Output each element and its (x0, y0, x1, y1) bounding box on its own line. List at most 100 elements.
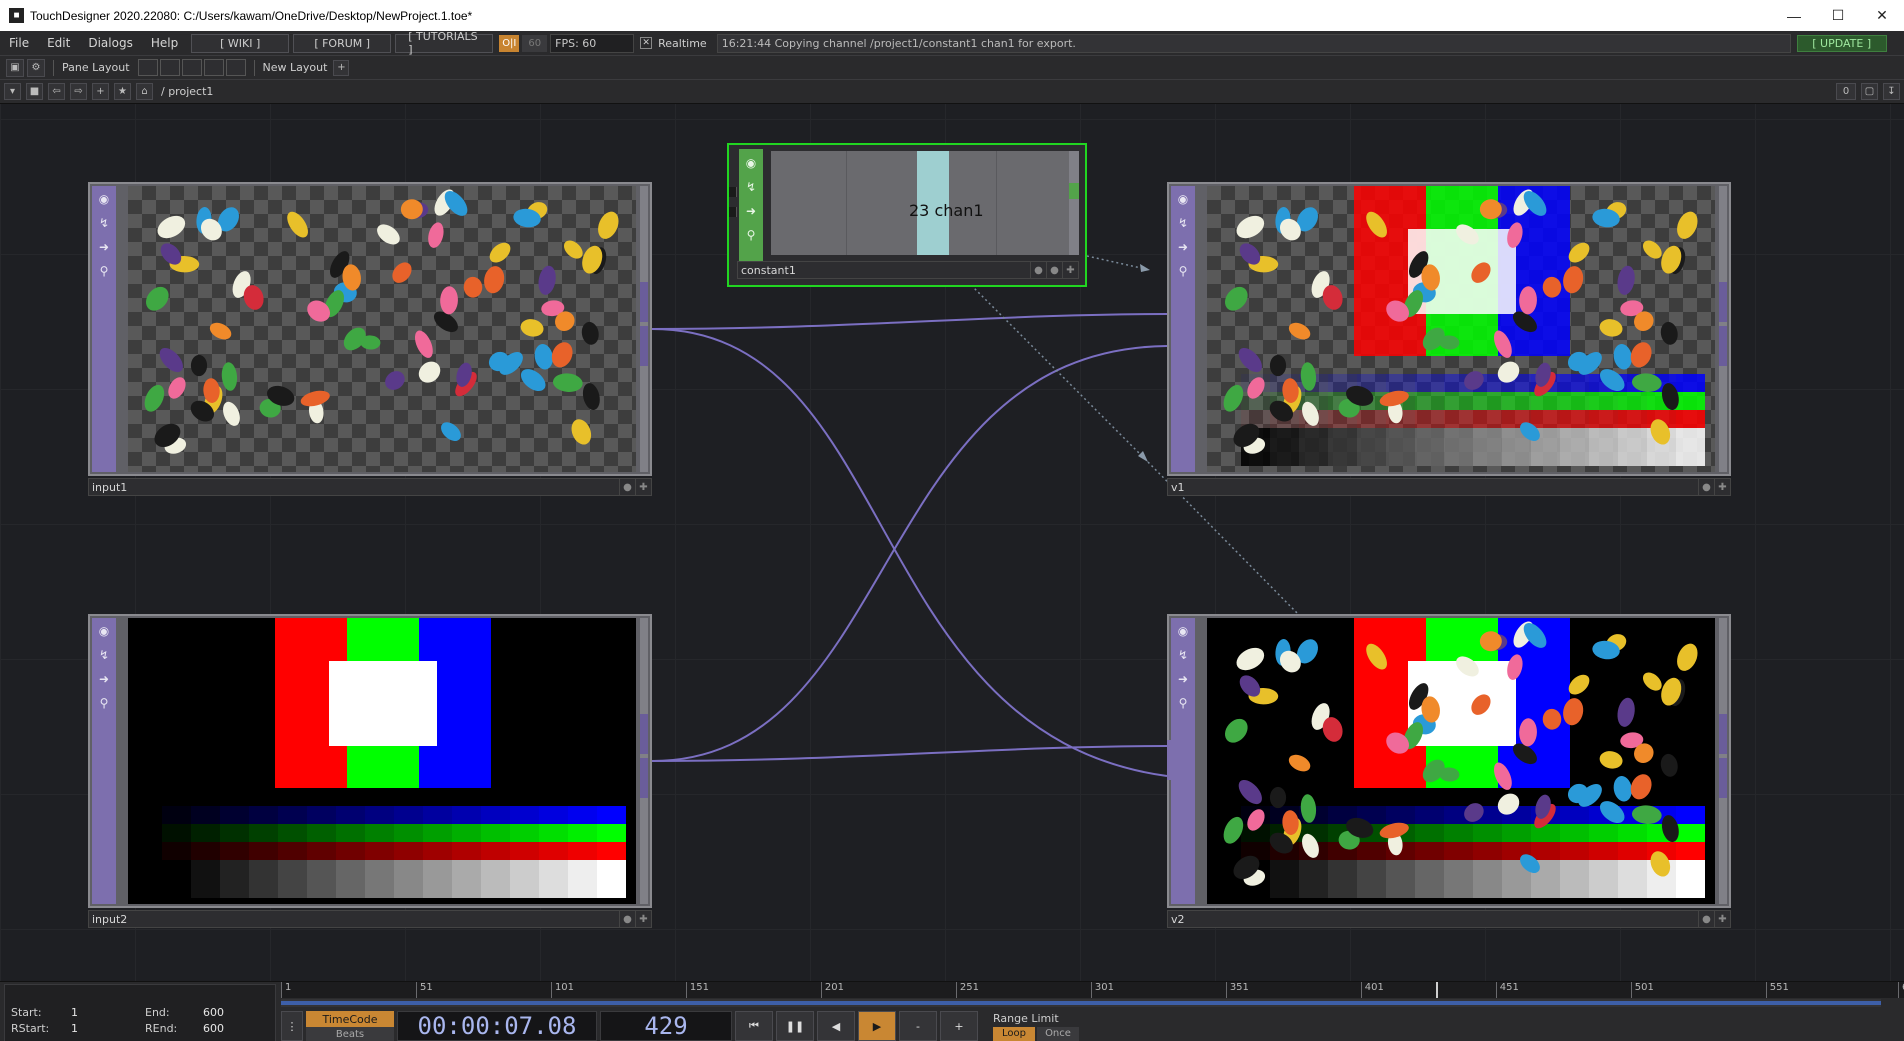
expand-icon[interactable]: ✚ (635, 911, 651, 927)
network-path[interactable]: / project1 (161, 85, 213, 98)
end-value[interactable]: 600 (203, 1006, 224, 1019)
bypass-icon[interactable]: ➜ (743, 201, 759, 221)
output-strip[interactable] (1719, 618, 1727, 904)
pause-icon[interactable]: ❚❚ (776, 1011, 814, 1041)
input1-top[interactable]: ◉ ↯ ➜ ⚲ input1 ● ✚ (88, 182, 652, 498)
viewer-active-icon[interactable]: ◉ (1175, 622, 1191, 640)
menu-edit[interactable]: Edit (38, 36, 79, 50)
v1-top[interactable]: ◉ ↯ ➜ ⚲ v1 ● ✚ (1167, 182, 1731, 498)
bypass-icon[interactable]: ➜ (1175, 670, 1191, 688)
add-icon[interactable]: + (92, 83, 109, 100)
menu-help[interactable]: Help (142, 36, 187, 50)
fps-limit[interactable]: 60 (522, 34, 548, 52)
stop-icon[interactable]: ■ (26, 83, 43, 100)
start-value[interactable]: 1 (71, 1006, 78, 1019)
output-strip[interactable] (640, 618, 648, 904)
input2-top[interactable]: ◉ ↯ ➜ ⚲ input2 ● ✚ (88, 614, 652, 930)
chop-input-connector[interactable] (729, 187, 737, 197)
display-flag-icon[interactable]: ● (619, 911, 635, 927)
node-viewer[interactable] (1207, 618, 1715, 904)
step-back-icon[interactable]: ◀ (817, 1011, 855, 1041)
bypass-icon[interactable]: ➜ (96, 670, 112, 688)
node-viewer[interactable] (128, 618, 636, 904)
viewer-active-icon[interactable]: ◉ (743, 153, 759, 173)
node-name-input1[interactable]: input1 (92, 481, 127, 494)
output-strip[interactable] (640, 186, 648, 472)
lock-icon[interactable]: ⚲ (1175, 262, 1191, 280)
node-label-bar[interactable]: v2 ● ✚ (1167, 910, 1731, 928)
minimize-icon[interactable]: — (1772, 0, 1816, 31)
timecode-toggle[interactable]: TimeCode (306, 1011, 394, 1027)
expand-icon[interactable]: ✚ (1062, 262, 1078, 278)
input-connector[interactable] (1167, 740, 1177, 780)
node-name-v1[interactable]: v1 (1171, 481, 1185, 494)
timecode-display[interactable]: 00:00:07.08 (397, 1011, 597, 1041)
display-flag-icon[interactable]: ● (1030, 262, 1046, 278)
node-label-bar[interactable]: input1 ● ✚ (88, 478, 652, 496)
bypass-icon[interactable]: ➜ (1175, 238, 1191, 256)
pane-image-icon[interactable]: ▣ (6, 58, 24, 77)
node-name-v2[interactable]: v2 (1171, 913, 1185, 926)
layout-single[interactable] (137, 59, 158, 76)
node-name-input2[interactable]: input2 (92, 913, 127, 926)
node-name-constant1[interactable]: constant1 (741, 264, 796, 277)
frame-display[interactable]: 429 (600, 1011, 732, 1041)
v2-top[interactable]: ◉ ↯ ➜ ⚲ v2 ● ✚ (1167, 614, 1731, 930)
network-editor[interactable]: ◉ ↯ ➜ ⚲ 23 chan1 constant1 ● ● ✚ ◉ ↯ ➜ ⚲… (0, 104, 1904, 981)
rewind-icon[interactable]: ⏮ (735, 1011, 773, 1041)
loop-toggle[interactable]: Loop (993, 1026, 1035, 1041)
layout-split-vertical[interactable] (159, 59, 180, 76)
chop-output-strip[interactable] (1069, 151, 1079, 255)
layout-triple[interactable] (203, 59, 224, 76)
lock-icon[interactable]: ⚲ (96, 694, 112, 712)
display-flag-icon[interactable]: ● (619, 479, 635, 495)
cook-icon[interactable]: ↯ (743, 177, 759, 197)
node-viewer[interactable] (128, 186, 636, 472)
chop-input-connector[interactable] (729, 207, 737, 217)
cook-icon[interactable]: ↯ (1175, 646, 1191, 664)
close-icon[interactable]: ✕ (1860, 0, 1904, 31)
viewer-active-icon[interactable]: ◉ (1175, 190, 1191, 208)
display-flag-icon[interactable]: ● (1698, 911, 1714, 927)
forward-icon[interactable]: ⇨ (70, 83, 87, 100)
node-label-bar[interactable]: input2 ● ✚ (88, 910, 652, 928)
node-viewer[interactable] (1207, 186, 1715, 472)
timeline-menu-icon[interactable]: ⋮ (281, 1011, 303, 1041)
cook-icon[interactable]: ↯ (96, 646, 112, 664)
cook-icon[interactable]: ↯ (1175, 214, 1191, 232)
time-display-mode[interactable]: TimeCode Beats (306, 1011, 394, 1041)
expand-icon[interactable]: ✚ (1714, 911, 1730, 927)
once-toggle[interactable]: Once (1037, 1026, 1079, 1041)
download-icon[interactable]: ↧ (1883, 83, 1900, 100)
pane-network-icon[interactable]: ⚙ (27, 58, 45, 77)
lock-icon[interactable]: ⚲ (743, 225, 759, 245)
lock-icon[interactable]: ⚲ (1175, 694, 1191, 712)
play-icon[interactable]: ▶ (858, 1011, 896, 1041)
home-icon[interactable]: ⌂ (136, 83, 153, 100)
pane-menu-icon[interactable]: ▾ (4, 83, 21, 100)
maximize-icon[interactable]: ☐ (1816, 0, 1860, 31)
cook-icon[interactable]: ↯ (96, 214, 112, 232)
layout-split-horizontal[interactable] (181, 59, 202, 76)
increase-rate-button[interactable]: + (940, 1011, 978, 1041)
node-label-bar[interactable]: v1 ● ✚ (1167, 478, 1731, 496)
tutorials-button[interactable]: [ TUTORIALS ] (395, 30, 494, 56)
wiki-button[interactable]: [ WIKI ] (191, 33, 290, 53)
star-icon[interactable]: ★ (114, 83, 131, 100)
display-flag-icon[interactable]: ● (1698, 479, 1714, 495)
output-strip[interactable] (1719, 186, 1727, 472)
menu-file[interactable]: File (0, 36, 38, 50)
viewer-flag-icon[interactable]: ● (1046, 262, 1062, 278)
back-icon[interactable]: ⇦ (48, 83, 65, 100)
beats-toggle[interactable]: Beats (306, 1027, 394, 1041)
rstart-value[interactable]: 1 (71, 1022, 78, 1035)
timeline-track[interactable] (281, 999, 1881, 1007)
bypass-icon[interactable]: ➜ (96, 238, 112, 256)
add-layout-button[interactable]: + (333, 59, 350, 76)
decrease-rate-button[interactable]: - (899, 1011, 937, 1041)
menu-dialogs[interactable]: Dialogs (79, 36, 141, 50)
viewer-active-icon[interactable]: ◉ (96, 190, 112, 208)
frame-ruler[interactable]: 151101151201251301351401451501551600 (281, 982, 1904, 998)
pane-maximize-icon[interactable]: ▢ (1861, 83, 1878, 100)
oi-toggle[interactable]: O|I (499, 34, 520, 52)
